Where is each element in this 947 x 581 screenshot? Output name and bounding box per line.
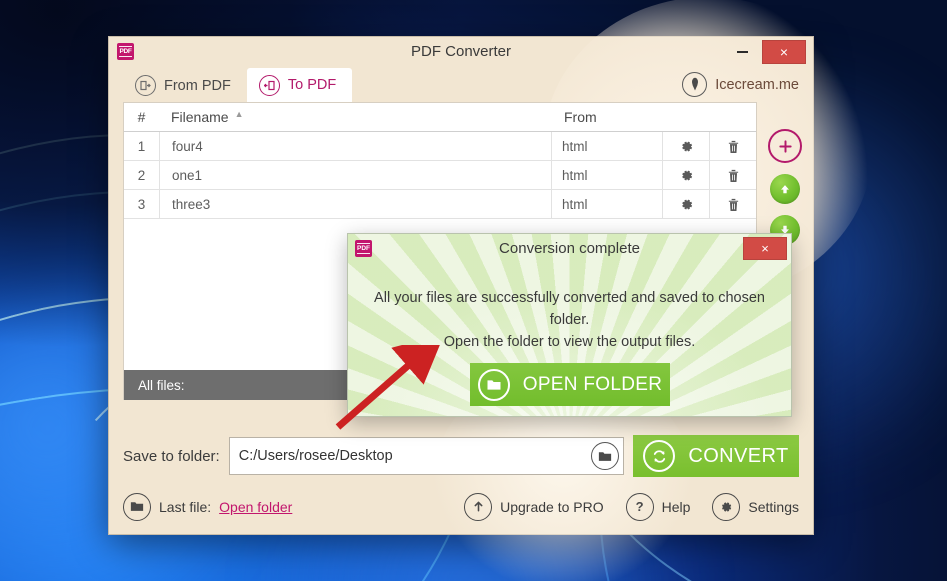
add-file-button[interactable]: [768, 129, 802, 163]
tab-bar: From PDF To PDF Icecream.me: [109, 66, 813, 102]
folder-icon: [123, 492, 151, 521]
save-path-input[interactable]: C:/Users/rosee/Desktop: [228, 437, 624, 475]
conversion-complete-dialog: PDF Conversion complete × All your files…: [347, 233, 792, 417]
arrow-up-icon: [464, 492, 493, 521]
sort-ascending-icon: ▲: [234, 109, 244, 119]
convert-button-label: CONVERT: [688, 444, 789, 467]
row-from-format: html: [552, 161, 663, 189]
minimize-button[interactable]: [728, 38, 756, 66]
to-pdf-icon: [258, 74, 280, 96]
save-to-folder-label: Save to folder:: [123, 447, 220, 465]
settings-label: Settings: [748, 498, 799, 515]
convert-button[interactable]: CONVERT: [633, 435, 799, 477]
close-button[interactable]: ×: [762, 39, 806, 64]
dialog-message: All your files are successfully converte…: [348, 288, 791, 353]
last-file-item[interactable]: Last file: Open folder: [123, 492, 292, 521]
pdf-icon: PDF: [117, 43, 134, 60]
folder-icon: [477, 368, 510, 401]
table-row[interactable]: 2 one1 html: [124, 161, 756, 190]
row-from-format: html: [552, 132, 663, 160]
upgrade-to-pro-button[interactable]: Upgrade to PRO: [464, 492, 604, 521]
save-path-value: C:/Users/rosee/Desktop: [238, 448, 393, 464]
row-number: 2: [124, 161, 160, 189]
upgrade-to-pro-label: Upgrade to PRO: [500, 498, 604, 515]
row-number: 3: [124, 190, 160, 218]
column-header-filename[interactable]: Filename ▲: [159, 109, 554, 125]
brand-link[interactable]: Icecream.me: [682, 72, 799, 97]
row-filename[interactable]: one1: [160, 161, 552, 189]
row-number: 1: [124, 132, 160, 160]
window-controls: ×: [728, 37, 813, 66]
question-mark-icon: ?: [625, 492, 654, 521]
help-button[interactable]: ? Help: [625, 492, 691, 521]
row-delete-button[interactable]: [710, 132, 756, 160]
refresh-icon: [643, 440, 676, 472]
row-delete-button[interactable]: [710, 190, 756, 218]
footer-bar: Last file: Open folder Upgrade to PRO ? …: [109, 479, 813, 534]
dialog-title-bar: PDF Conversion complete ×: [348, 234, 791, 263]
row-settings-button[interactable]: [663, 161, 710, 189]
dialog-title: Conversion complete: [499, 240, 640, 257]
from-pdf-icon: [135, 75, 156, 96]
column-header-from: From: [564, 109, 597, 125]
row-from-format: html: [552, 190, 663, 218]
move-up-button[interactable]: [770, 174, 800, 204]
column-header-num: #: [137, 109, 146, 125]
tab-to-pdf[interactable]: To PDF: [246, 68, 353, 102]
title-bar: PDF PDF Converter ×: [109, 37, 813, 66]
row-delete-button[interactable]: [710, 161, 756, 189]
footer-right-group: Upgrade to PRO ? Help Settings: [464, 492, 799, 521]
browse-folder-button[interactable]: [591, 442, 619, 470]
table-row[interactable]: 1 four4 html: [124, 132, 756, 161]
column-header-filename-label: Filename: [171, 109, 229, 125]
brand-label: Icecream.me: [715, 76, 799, 93]
icecream-logo-icon: [682, 72, 708, 97]
row-filename[interactable]: four4: [160, 132, 552, 160]
last-file-open-folder-link[interactable]: Open folder: [219, 499, 292, 515]
desktop-background: PDF PDF Converter × From PDF To PDF Icec…: [0, 0, 947, 581]
dialog-message-line1: All your files are successfully converte…: [374, 290, 765, 328]
table-row[interactable]: 3 three3 html: [124, 190, 756, 219]
page-title: PDF Converter: [410, 43, 512, 60]
dialog-message-line2: Open the folder to view the output files…: [443, 333, 696, 350]
help-label: Help: [661, 498, 691, 515]
settings-button[interactable]: Settings: [712, 492, 799, 521]
row-settings-button[interactable]: [663, 190, 710, 218]
last-file-label: Last file:: [159, 498, 212, 515]
open-folder-button[interactable]: OPEN FOLDER: [470, 363, 670, 406]
pdf-converter-window: PDF PDF Converter × From PDF To PDF Icec…: [108, 0, 873, 581]
all-files-label: All files:: [138, 377, 185, 393]
row-settings-button[interactable]: [663, 132, 710, 160]
tab-to-pdf-label: To PDF: [287, 77, 337, 93]
tab-from-pdf-label: From PDF: [164, 77, 231, 94]
save-to-folder-row: Save to folder: C:/Users/rosee/Desktop C…: [109, 433, 813, 479]
row-filename[interactable]: three3: [160, 190, 552, 218]
table-header: # Filename ▲ From: [124, 103, 756, 132]
open-folder-button-label: OPEN FOLDER: [522, 373, 663, 395]
gear-icon: [712, 492, 741, 521]
dialog-close-button[interactable]: ×: [743, 237, 787, 260]
pdf-icon: PDF: [355, 240, 372, 257]
tab-from-pdf[interactable]: From PDF: [123, 69, 247, 102]
